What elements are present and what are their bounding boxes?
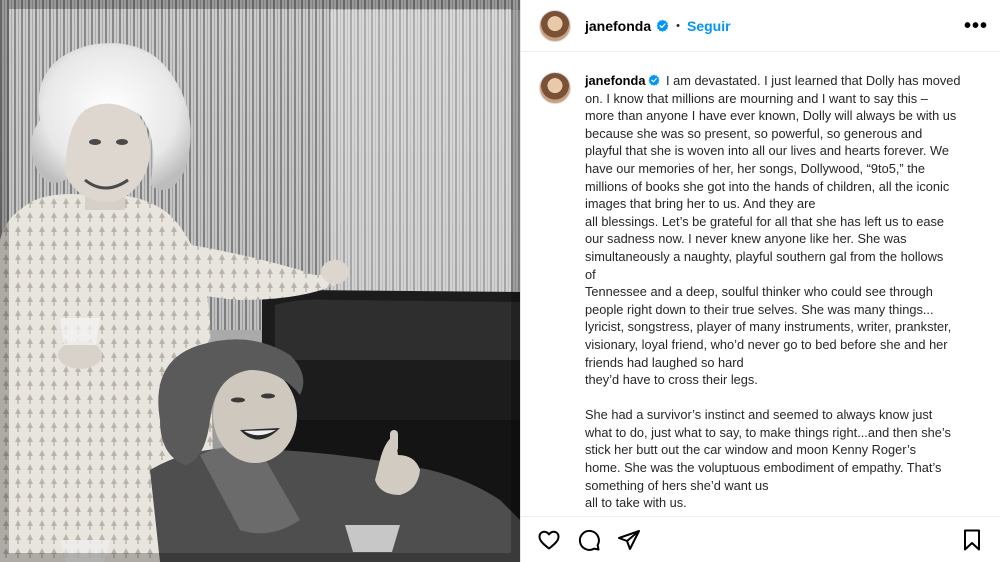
caption-line: more than anyone I have ever known, Doll… [585,108,957,124]
caption-line: home. She was the voluptuous embodiment … [585,460,942,476]
comment-button[interactable] [577,528,601,552]
instagram-post: janefonda • Seguir ••• janefonda I am de… [0,0,1000,562]
post-header: janefonda • Seguir ••• [521,0,1000,52]
follow-button[interactable]: Seguir [687,18,731,34]
caption-line: all to take with us. [585,495,687,511]
caption-line: of [585,266,596,282]
caption-line: something of hers she’d want us [585,477,769,493]
caption-line: have our memories of her, her songs, Dol… [585,160,925,176]
verified-badge-icon [656,19,669,32]
caption-line: visionary, loyal friend, who’d never go … [585,336,948,352]
save-button[interactable] [960,528,984,552]
caption-line: She had a survivor’s instinct and seemed… [585,407,933,423]
caption-line: what to do, just what to say, to make th… [585,424,951,440]
caption-line: our sadness now. I never knew anyone lik… [585,231,907,247]
caption-line: people right down to their true selves. … [585,301,934,317]
caption-line: all blessings. Let’s be grateful for all… [585,213,945,229]
caption-line: millions of books she got into the hands… [585,178,950,194]
author-username[interactable]: janefonda [585,18,651,34]
caption-username[interactable]: janefonda [585,73,645,88]
caption-line: Tennessee and a deep, soulful thinker wh… [585,284,933,300]
caption-line: images that bring her to us. And they ar… [585,196,816,212]
caption-avatar[interactable] [539,72,571,104]
caption-line: because she was so present, so powerful,… [585,125,923,141]
caption-line: on. I know that millions are mourning an… [585,90,928,106]
like-button[interactable] [537,528,561,552]
caption-line: playful that she is woven into all our l… [585,143,949,159]
caption-line: they’d have to cross their legs. [585,372,758,388]
post-photo[interactable] [0,0,520,562]
caption-text: janefonda I am devastated. I just learne… [585,72,961,512]
caption-line-text: I am devastated. I just learned that Dol… [666,73,961,88]
caption-line: stick her butt out the car window and mo… [585,442,917,458]
verified-badge-icon [648,74,660,86]
more-options-button[interactable]: ••• [964,16,988,36]
separator-dot: • [676,19,680,32]
share-button[interactable] [617,528,641,552]
heart-icon [538,530,560,549]
post-actions-bar [521,516,1000,562]
paper-plane-icon [618,529,640,550]
comment-icon [578,529,600,551]
black-and-white-photo [0,0,520,562]
caption-line: lyricist, songstress, player of many ins… [585,319,952,335]
post-side-panel: janefonda • Seguir ••• janefonda I am de… [520,0,1000,562]
caption-line: friends had laughed so hard [585,354,744,370]
post-caption: janefonda I am devastated. I just learne… [539,72,990,512]
caption-line: janefonda I am devastated. I just learne… [585,72,961,90]
bookmark-icon [964,529,980,550]
caption-line: simultaneously a naughty, playful southe… [585,248,944,264]
author-avatar[interactable] [539,9,571,42]
